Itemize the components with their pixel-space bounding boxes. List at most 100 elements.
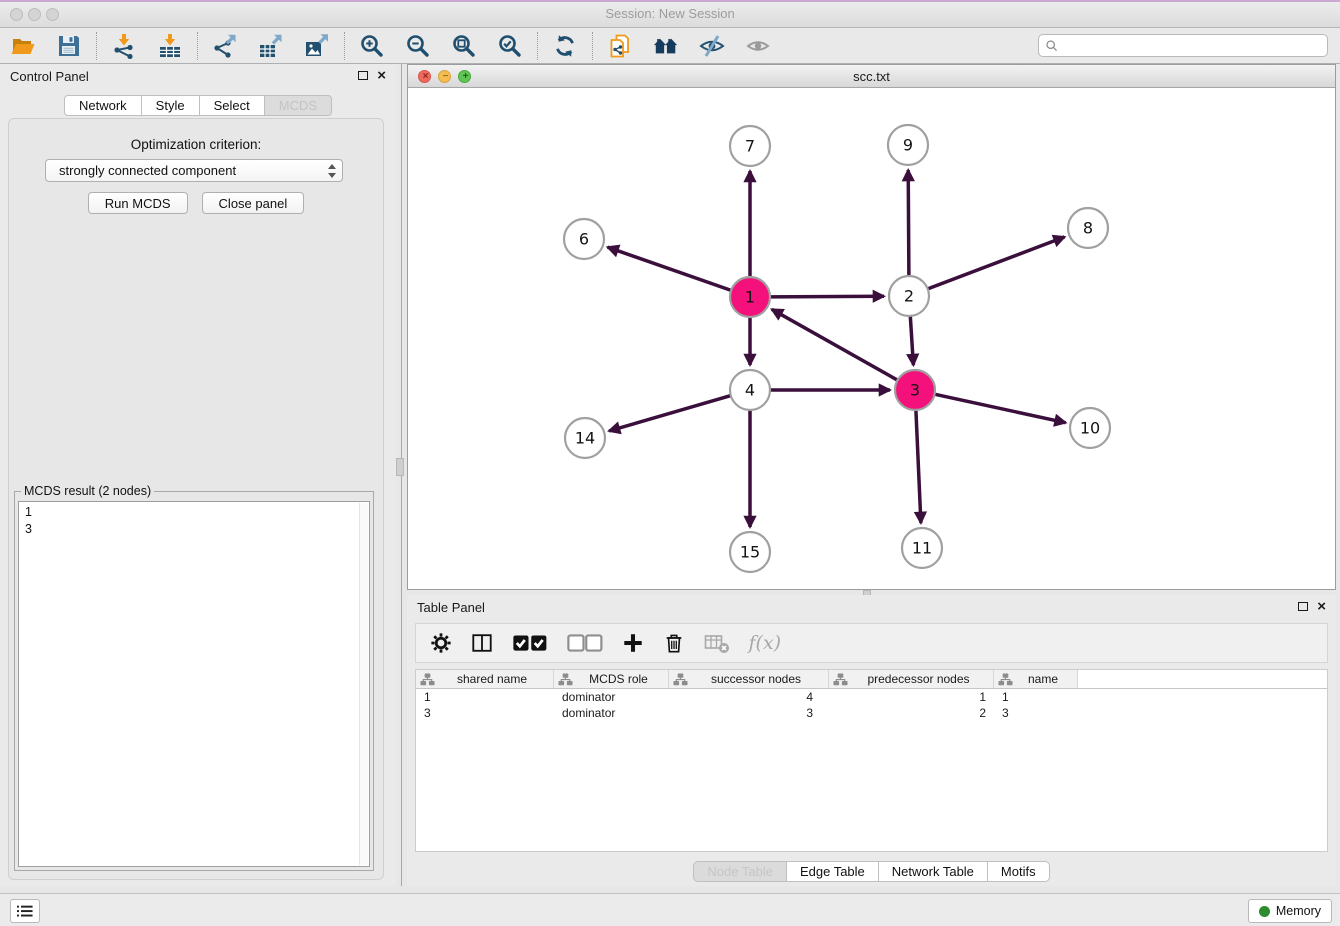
search-input[interactable] bbox=[1063, 36, 1321, 55]
task-history-button[interactable] bbox=[10, 899, 40, 923]
mcds-result-line: 1 bbox=[25, 504, 363, 521]
graph-node-4[interactable]: 4 bbox=[730, 370, 770, 410]
graph-edge-2-8[interactable] bbox=[928, 237, 1065, 289]
table-cell: 3 bbox=[994, 705, 1078, 721]
svg-text:7: 7 bbox=[745, 137, 755, 156]
table-cell: 2 bbox=[829, 705, 994, 721]
table-body: 1dominator4113dominator323 bbox=[416, 689, 1327, 721]
graph-node-11[interactable]: 11 bbox=[902, 528, 942, 568]
tab-select[interactable]: Select bbox=[199, 95, 265, 116]
select-all-icon[interactable] bbox=[512, 632, 548, 654]
graph-node-6[interactable]: 6 bbox=[564, 219, 604, 259]
add-icon[interactable] bbox=[622, 632, 644, 654]
tab-network-table[interactable]: Network Table bbox=[878, 861, 988, 882]
network-window: × − + scc.txt 7 9 6 8 1 2 4 3 14 10 15 11 bbox=[407, 64, 1336, 590]
deselect-all-icon[interactable] bbox=[567, 632, 603, 654]
graph-edge-3-11[interactable] bbox=[916, 410, 921, 523]
control-panel-title: Control Panel bbox=[10, 69, 89, 84]
import-network-icon[interactable] bbox=[111, 33, 137, 59]
table-toolbar: f(x) bbox=[415, 623, 1328, 663]
graph-node-7[interactable]: 7 bbox=[730, 126, 770, 166]
table-cell: 1 bbox=[994, 689, 1078, 705]
graph-node-8[interactable]: 8 bbox=[1068, 208, 1108, 248]
graph-node-14[interactable]: 14 bbox=[565, 418, 605, 458]
close-table-panel-icon[interactable]: × bbox=[1317, 598, 1326, 616]
search-box[interactable] bbox=[1038, 34, 1328, 57]
run-mcds-button[interactable]: Run MCDS bbox=[88, 192, 188, 214]
table-cell: 4 bbox=[669, 689, 829, 705]
graph-node-1[interactable]: 1 bbox=[730, 277, 770, 317]
control-panel-tabs: NetworkStyleSelectMCDS bbox=[0, 95, 396, 116]
zoom-in-icon[interactable] bbox=[359, 33, 385, 59]
column-header-shared-name[interactable]: shared name bbox=[416, 670, 554, 688]
export-network-icon[interactable] bbox=[212, 33, 238, 59]
save-icon[interactable] bbox=[56, 33, 82, 59]
network-window-titlebar[interactable]: × − + scc.txt bbox=[408, 65, 1335, 88]
toolbar-separator bbox=[197, 32, 198, 60]
tab-network[interactable]: Network bbox=[64, 95, 142, 116]
zoom-out-icon[interactable] bbox=[405, 33, 431, 59]
zoom-selected-icon[interactable] bbox=[497, 33, 523, 59]
table-header-row[interactable]: shared nameMCDS role successor nodes prede… bbox=[416, 670, 1327, 689]
vertical-splitter-handle[interactable] bbox=[396, 458, 404, 476]
close-panel-button[interactable]: Close panel bbox=[202, 192, 305, 214]
table-row[interactable]: 3dominator323 bbox=[416, 705, 1327, 721]
open-icon[interactable] bbox=[10, 33, 36, 59]
network-canvas[interactable]: 7 9 6 8 1 2 4 3 14 10 15 11 bbox=[408, 88, 1335, 589]
tab-edge-table[interactable]: Edge Table bbox=[786, 861, 879, 882]
export-table-icon[interactable] bbox=[258, 33, 284, 59]
app-window: × − + Session: New Session Control Panel… bbox=[0, 0, 1340, 926]
table-panel-titlebar: Table Panel × bbox=[407, 595, 1336, 619]
tab-mcds[interactable]: MCDS bbox=[264, 95, 332, 116]
criterion-select-value: strongly connected component bbox=[59, 163, 236, 178]
tab-style[interactable]: Style bbox=[141, 95, 200, 116]
home-icon[interactable] bbox=[653, 33, 679, 59]
table-row[interactable]: 1dominator411 bbox=[416, 689, 1327, 705]
svg-text:14: 14 bbox=[575, 429, 595, 448]
column-header-successor-nodes[interactable]: successor nodes bbox=[669, 670, 829, 688]
toolbar-separator bbox=[344, 32, 345, 60]
clone-network-icon[interactable] bbox=[607, 33, 633, 59]
graph-edge-1-6[interactable] bbox=[608, 247, 732, 290]
delete-icon[interactable] bbox=[663, 632, 685, 654]
criterion-select[interactable]: strongly connected component bbox=[45, 159, 343, 182]
graph-edge-3-1[interactable] bbox=[772, 309, 898, 380]
graph-edge-2-3[interactable] bbox=[910, 316, 913, 365]
column-header-label: name bbox=[1013, 672, 1073, 686]
column-header-predecessor-nodes[interactable]: predecessor nodes bbox=[829, 670, 994, 688]
column-header-MCDS-role[interactable]: MCDS role bbox=[554, 670, 669, 688]
graph-node-9[interactable]: 9 bbox=[888, 125, 928, 165]
import-table-icon[interactable] bbox=[157, 33, 183, 59]
columns-icon[interactable] bbox=[471, 632, 493, 654]
graph-edge-2-9[interactable] bbox=[908, 170, 909, 276]
control-panel-titlebar: Control Panel × bbox=[0, 64, 396, 88]
gear-icon[interactable] bbox=[430, 632, 452, 654]
refresh-icon[interactable] bbox=[552, 33, 578, 59]
network-graph[interactable]: 7 9 6 8 1 2 4 3 14 10 15 11 bbox=[408, 88, 1335, 589]
hide-details-icon[interactable] bbox=[699, 33, 725, 59]
tab-motifs[interactable]: Motifs bbox=[987, 861, 1050, 882]
mcds-result-textarea[interactable]: 13 bbox=[18, 501, 370, 867]
toolbar-separator bbox=[592, 32, 593, 60]
list-icon bbox=[15, 903, 35, 919]
svg-text:11: 11 bbox=[912, 539, 932, 558]
graph-edge-1-2[interactable] bbox=[770, 296, 884, 297]
memory-button[interactable]: Memory bbox=[1248, 899, 1332, 923]
tab-node-table[interactable]: Node Table bbox=[693, 861, 787, 882]
close-panel-icon[interactable]: × bbox=[377, 67, 386, 85]
graph-node-3[interactable]: 3 bbox=[895, 370, 935, 410]
eye-icon[interactable] bbox=[745, 33, 771, 59]
zoom-fit-icon[interactable] bbox=[451, 33, 477, 59]
float-table-panel-icon[interactable] bbox=[1298, 602, 1308, 611]
float-panel-icon[interactable] bbox=[358, 71, 368, 80]
graph-edge-3-10[interactable] bbox=[935, 394, 1066, 423]
graph-node-15[interactable]: 15 bbox=[730, 532, 770, 572]
column-header-name[interactable]: name bbox=[994, 670, 1078, 688]
optimization-criterion-label: Optimization criterion: bbox=[9, 137, 383, 152]
result-scrollbar[interactable] bbox=[359, 503, 368, 865]
graph-edge-4-14[interactable] bbox=[609, 396, 731, 431]
graph-node-10[interactable]: 10 bbox=[1070, 408, 1110, 448]
graph-node-2[interactable]: 2 bbox=[889, 276, 929, 316]
export-image-icon[interactable] bbox=[304, 33, 330, 59]
column-header-label: successor nodes bbox=[688, 672, 824, 686]
